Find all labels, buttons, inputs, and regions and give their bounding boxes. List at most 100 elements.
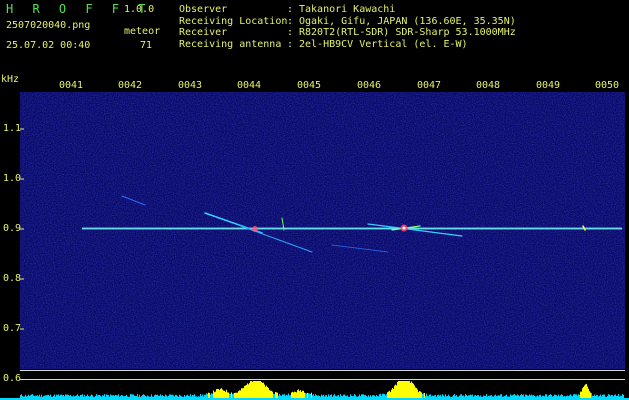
amplitude-bar <box>240 390 241 399</box>
guide-lines <box>20 370 625 380</box>
y-tick-label: 1.1 <box>3 123 22 134</box>
amplitude-bar <box>402 381 403 399</box>
amplitude-bar <box>394 385 395 399</box>
x-tick-label: 0041 <box>59 80 84 91</box>
info-row-location: Receiving Location : Ogaki, Gifu, JAPAN … <box>179 16 516 28</box>
amplitude-bar <box>414 385 415 399</box>
amplitude-bar <box>413 383 414 399</box>
amplitude-bar <box>259 381 260 399</box>
amplitude-bar <box>218 388 219 399</box>
x-tick-label: 0046 <box>357 80 382 91</box>
amplitude-bar <box>586 383 587 399</box>
x-tick-label: 0045 <box>297 80 322 91</box>
amplitude-bar <box>255 381 256 399</box>
amplitude-bar <box>388 391 389 399</box>
timestamp: 25.07.02 00:40 <box>6 40 91 51</box>
amplitude-bar <box>217 388 218 399</box>
amplitude-bar <box>295 392 296 399</box>
x-tick-label: 0044 <box>237 80 262 91</box>
meteor-count: 71 <box>140 40 153 51</box>
amplitude-bar <box>587 386 588 399</box>
info-row-observer: Observer : Takanori Kawachi <box>179 4 516 16</box>
x-tick-label: 0049 <box>536 80 561 91</box>
amplitude-bar <box>419 391 420 399</box>
amplitude-bar <box>219 390 220 399</box>
frequency-unit-label: kHz <box>1 74 20 85</box>
amplitude-bar <box>244 385 245 399</box>
amplitude-bar <box>265 386 266 399</box>
amplitude-bar <box>415 387 416 399</box>
amplitude-bar <box>408 381 409 399</box>
info-value: Takanori Kawachi <box>299 4 396 15</box>
spectrogram-canvas <box>0 92 629 400</box>
amplitude-bar <box>390 392 391 399</box>
amplitude-bar <box>410 382 411 399</box>
info-value: R820T2(RTL-SDR) SDR-Sharp 53.1000MHz <box>299 27 516 38</box>
amplitude-bar <box>583 386 584 399</box>
amplitude-bar <box>226 389 227 399</box>
amplitude-bar <box>251 381 252 399</box>
amplitude-bar <box>254 381 255 399</box>
amplitude-bar <box>243 388 244 399</box>
x-tick-label: 0048 <box>476 80 501 91</box>
amplitude-bar <box>589 391 590 399</box>
amplitude-bar <box>242 388 243 399</box>
meteor-head <box>252 226 258 232</box>
amplitude-bar <box>292 391 293 399</box>
waterfall-noise <box>20 92 625 369</box>
amplitude-bar <box>588 388 589 399</box>
amplitude-bar <box>238 391 239 399</box>
amplitude-bar <box>407 381 408 399</box>
x-tick-label: 0047 <box>417 80 442 91</box>
amplitude-bar <box>396 385 397 399</box>
amplitude-bar <box>406 381 407 399</box>
info-label: Receiving antenna <box>179 38 282 50</box>
amplitude-bar <box>412 382 413 399</box>
amplitude-bar <box>301 391 302 399</box>
info-separator: : <box>287 4 294 15</box>
amplitude-bar <box>416 388 417 399</box>
amplitude-bar <box>258 381 259 399</box>
y-tick-label: 0.9 <box>3 223 22 234</box>
amplitude-bar <box>299 391 300 399</box>
amplitude-bar <box>253 381 254 399</box>
amplitude-bar <box>248 384 249 399</box>
amplitude-bar <box>399 381 400 399</box>
amplitude-bar <box>222 389 223 399</box>
amplitude-bar <box>303 390 304 399</box>
amplitude-bar <box>250 381 251 399</box>
meteor-label: meteor <box>124 26 161 37</box>
station-info: Observer : Takanori Kawachi Receiving Lo… <box>179 4 516 50</box>
info-label: Receiver <box>179 27 228 38</box>
amplitude-bar <box>276 392 277 399</box>
amplitude-bar <box>221 388 222 399</box>
amplitude-bar <box>398 381 399 399</box>
amplitude-bar <box>213 390 214 399</box>
amplitude-bar <box>263 382 264 399</box>
amplitude-bar <box>271 390 272 399</box>
info-label: Observer <box>179 4 228 15</box>
amplitude-bar <box>582 388 583 399</box>
amplitude-bar <box>300 390 301 399</box>
amplitude-bar <box>581 391 582 399</box>
info-separator: : <box>287 27 294 38</box>
amplitude-bar <box>220 388 221 399</box>
amplitude-bar <box>387 392 388 399</box>
info-label: Receiving Location <box>179 15 288 27</box>
amplitude-bar <box>256 381 257 399</box>
info-value: 2el-HB9CV Vertical (el. E-W) <box>299 38 468 50</box>
x-tick-label: 0042 <box>118 80 143 91</box>
amplitude-bar <box>409 381 410 399</box>
amplitude-bar <box>257 381 258 399</box>
amplitude-bar <box>270 390 271 399</box>
amplitude-bar <box>272 391 273 399</box>
amplitude-bar <box>249 382 250 399</box>
y-tick-label: 0.6 <box>3 373 22 384</box>
info-row-receiver: Receiver : R820T2(RTL-SDR) SDR-Sharp 53.… <box>179 27 516 39</box>
amplitude-bar <box>224 390 225 399</box>
amplitude-bar <box>241 388 242 399</box>
amplitude-bar <box>245 385 246 399</box>
y-tick-label: 0.7 <box>3 323 22 334</box>
file-name: 2507020040.png <box>6 20 91 31</box>
amplitude-bar <box>260 381 261 399</box>
